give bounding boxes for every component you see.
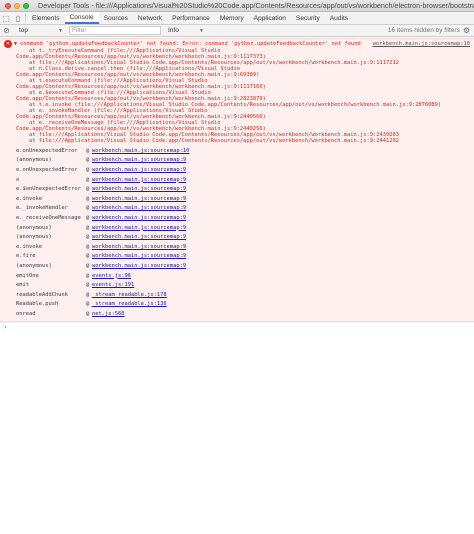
filter-input[interactable]: Filter (69, 26, 161, 35)
error-message: ✕ ▼ command 'python.updateFeedbackCounte… (0, 38, 474, 322)
call-frame-location-link[interactable]: events.js:96 (92, 273, 131, 279)
call-frame-function: emitOne (16, 272, 39, 279)
tab-network[interactable]: Network (133, 12, 167, 24)
call-frame-location-link[interactable]: workbench.main.js:sourcemap:9 (92, 157, 186, 163)
call-frame-function: Readable.push (16, 301, 59, 308)
tab-performance[interactable]: Performance (167, 12, 215, 24)
hidden-items-count: 16 items hidden by filters ⚙ (388, 26, 474, 35)
call-frame-function: o (16, 176, 20, 183)
call-frame-function: e.invoke (16, 195, 42, 202)
tab-sources[interactable]: Sources (99, 12, 133, 24)
call-frame-row: emitOne @ events.js:96 (16, 271, 470, 281)
call-frame-row: readableAddChunk @ _stream_readable.js:178 (16, 290, 470, 300)
window-title: Developer Tools - file:///Applications/V… (38, 1, 474, 10)
call-frame-function: onread (16, 310, 36, 317)
call-frames: e.onUnexpectedError @ workbench.main.js:so… (4, 146, 470, 319)
call-frame-location-link[interactable]: _stream_readable.js:178 (92, 292, 167, 298)
call-frame-row: e.$onUnexpectedError @ workbench.main.js:s… (16, 184, 470, 194)
minimize-window-button[interactable] (14, 2, 20, 9)
call-frame-function: (anonymous) (16, 157, 52, 164)
call-frame-row: (anonymous) @ workbench.main.js:sourcemap:… (16, 261, 470, 271)
zoom-window-button[interactable] (23, 2, 29, 9)
call-frame-row: (anonymous) @ workbench.main.js:sourcemap:… (16, 232, 470, 242)
call-frame-function: e.fire (16, 253, 36, 260)
call-frame-location-link[interactable]: workbench.main.js:sourcemap:9 (92, 263, 186, 269)
error-icon: ✕ (4, 40, 12, 48)
call-frame-row: e.fire @ workbench.main.js:sourcemap:9 (16, 252, 470, 262)
call-frame-function: readableAddChunk (16, 291, 68, 298)
console-output: ✕ ▼ command 'python.updateFeedbackCounte… (0, 38, 474, 332)
call-frame-location-link[interactable]: _stream_readable.js:136 (92, 301, 167, 307)
call-frame-row: onread @ net.js:560 (16, 309, 470, 319)
console-toolbar: ⊘ top ▼ Filter Info ▼ 16 items hidden by… (0, 25, 474, 37)
context-selector[interactable]: top ▼ (16, 26, 66, 35)
tab-application[interactable]: Application (249, 12, 291, 24)
devtools-tab-bar: ⬚ ▯ Elements Console Sources Network Per… (0, 12, 474, 25)
call-frame-row: e.invoke @ workbench.main.js:sourcemap:9 (16, 194, 470, 204)
call-frame-function: emit (16, 282, 29, 289)
call-frame-location-link[interactable]: workbench.main.js:sourcemap:9 (92, 215, 186, 221)
inspect-element-icon[interactable]: ⬚ (0, 12, 12, 24)
call-frame-location-link[interactable]: workbench.main.js:sourcemap:10 (92, 148, 189, 154)
call-frame-row: (anonymous) @ workbench.main.js:sourcemap:… (16, 156, 470, 166)
call-frame-function: (anonymous) (16, 224, 52, 231)
tab-security[interactable]: Security (291, 12, 325, 24)
call-frame-function: e._receiveOneMessage (16, 214, 81, 221)
console-prompt[interactable]: › (0, 321, 474, 332)
tab-console[interactable]: Console (64, 12, 99, 24)
call-frame-function: (anonymous) (16, 262, 52, 269)
tab-audits[interactable]: Audits (325, 12, 353, 24)
call-frame-function: e.$onUnexpectedError (16, 186, 81, 193)
call-frame-row: emit @ events.js:191 (16, 280, 470, 290)
log-level-value: Info (168, 27, 179, 34)
log-level-selector[interactable]: Info ▼ (165, 26, 207, 35)
title-bar: Developer Tools - file:///Applications/V… (0, 0, 474, 12)
call-frame-function: e._invokeHandler (16, 205, 68, 212)
call-frame-location-link[interactable]: workbench.main.js:sourcemap:9 (92, 225, 186, 231)
error-source-link[interactable]: workbench.main.js:sourcemap:10 (373, 41, 470, 47)
call-frame-location-link[interactable]: workbench.main.js:sourcemap:9 (92, 186, 186, 192)
hidden-items-label: 16 items hidden by filters (387, 27, 460, 34)
call-frame-function: e.onUnexpectedError (16, 166, 78, 173)
call-frame-location-link[interactable]: workbench.main.js:sourcemap:9 (92, 196, 186, 202)
chevron-down-icon: ▼ (199, 27, 204, 34)
call-frame-function: e.invoke (16, 243, 42, 250)
call-frame-row: (anonymous) @ workbench.main.js:sourcemap:… (16, 223, 470, 233)
error-stack-trace: at t._tryExecuteCommand (file:///Applica… (4, 48, 470, 144)
call-frame-function: e.onUnexpectedError (16, 147, 78, 154)
stack-trace-line: at file:///Applications/Visual Studio Co… (16, 138, 399, 144)
call-frame-location-link[interactable]: net.js:560 (92, 311, 124, 317)
tab-elements[interactable]: Elements (27, 12, 65, 24)
error-text: command 'python.updateFeedbackCounter' n… (20, 41, 361, 47)
device-toolbar-icon[interactable]: ▯ (12, 12, 24, 24)
call-frame-row: Readable.push @ _stream_readable.js:136 (16, 300, 470, 310)
call-frame-location-link[interactable]: workbench.main.js:sourcemap:9 (92, 205, 186, 211)
call-frame-function: (anonymous) (16, 234, 52, 241)
call-frame-location-link[interactable]: workbench.main.js:sourcemap:9 (92, 167, 186, 173)
call-frame-row: e.invoke @ workbench.main.js:sourcemap:9 (16, 242, 470, 252)
call-frame-row: o @ workbench.main.js:sourcemap:9 (16, 175, 470, 185)
call-frame-row: e.onUnexpectedError @ workbench.main.js:so… (16, 146, 470, 156)
call-frame-location-link[interactable]: workbench.main.js:sourcemap:9 (92, 253, 186, 259)
window-controls (0, 2, 29, 9)
call-frame-row: e._receiveOneMessage @ workbench.main.js:s… (16, 213, 470, 223)
call-frame-location-link[interactable]: workbench.main.js:sourcemap:9 (92, 244, 186, 250)
close-window-button[interactable] (5, 2, 11, 9)
call-frame-location-link[interactable]: workbench.main.js:sourcemap:9 (92, 234, 186, 240)
context-selector-value: top (19, 27, 29, 34)
gear-icon[interactable]: ⚙ (463, 26, 470, 35)
prompt-chevron-icon: › (4, 323, 7, 332)
call-frame-location-link[interactable]: events.js:191 (92, 282, 134, 288)
call-frame-row: e._invokeHandler @ workbench.main.js:sourc… (16, 204, 470, 214)
chevron-down-icon: ▼ (58, 27, 63, 34)
clear-console-icon[interactable]: ⊘ (0, 26, 13, 35)
call-frame-row: e.onUnexpectedError @ workbench.main.js:so… (16, 165, 470, 175)
call-frame-location-link[interactable]: workbench.main.js:sourcemap:9 (92, 177, 186, 183)
tab-memory[interactable]: Memory (215, 12, 249, 24)
toolbar-divider (25, 14, 26, 22)
